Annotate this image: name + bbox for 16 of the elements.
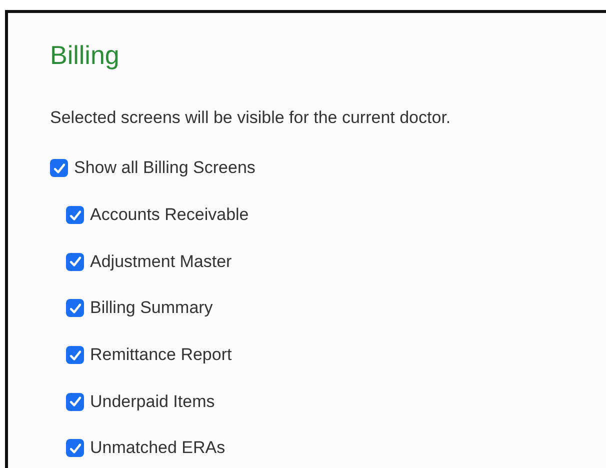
checkbox[interactable] (66, 252, 84, 271)
checkbox-label[interactable]: Adjustment Master (90, 252, 232, 272)
section-title: Billing (50, 40, 120, 70)
checkbox-label[interactable]: Accounts Receivable (90, 205, 249, 225)
checkbox[interactable] (66, 206, 84, 224)
checkbox-label[interactable]: Underpaid Items (90, 392, 215, 412)
checkbox-label[interactable]: Show all Billing Screens (74, 158, 256, 178)
checkbox[interactable] (66, 299, 84, 318)
checkbox[interactable] (66, 346, 84, 364)
checkbox-label[interactable]: Remittance Report (90, 345, 232, 366)
checkbox[interactable] (50, 159, 68, 177)
checkbox[interactable] (66, 392, 84, 411)
checkbox-label[interactable]: Unmatched ERAs (90, 438, 226, 458)
checkbox-label[interactable]: Billing Summary (90, 298, 213, 318)
description: Selected screens will be visible for the current doctor. (50, 108, 452, 128)
checkbox[interactable] (66, 439, 84, 458)
